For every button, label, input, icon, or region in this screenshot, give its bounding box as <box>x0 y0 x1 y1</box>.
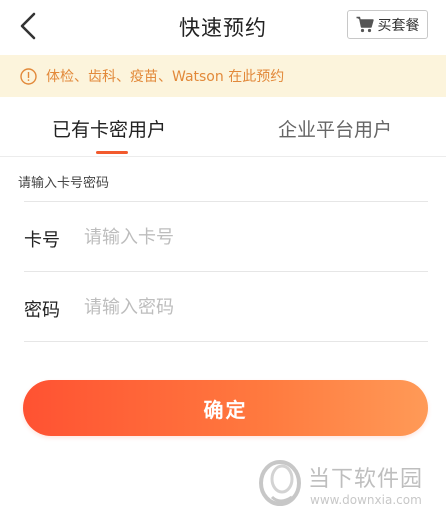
section-label: 请输入卡号密码 <box>18 176 110 191</box>
divider <box>24 201 428 202</box>
divider <box>24 271 428 272</box>
watermark-url: www.downxia.com <box>310 493 422 507</box>
downxia-logo-icon <box>259 460 301 506</box>
tab-enterprise-user[interactable]: 企业平台用户 <box>278 115 392 142</box>
notice-text: 体检、齿科、疫苗、Watson 在此预约 <box>46 69 285 85</box>
header-bar: 快速预约 买套餐 <box>0 0 446 54</box>
buy-package-label: 买套餐 <box>377 17 420 34</box>
tab-bar: 已有卡密用户 企业平台用户 <box>0 97 446 157</box>
divider <box>24 341 428 342</box>
confirm-button[interactable]: 确定 <box>23 380 428 436</box>
watermark: 当下软件园 www.downxia.com <box>258 455 438 515</box>
password-label: 密码 <box>24 300 60 321</box>
tab-card-user[interactable]: 已有卡密用户 <box>52 115 166 142</box>
watermark-brand: 当下软件园 <box>308 467 424 492</box>
password-input[interactable] <box>84 292 414 322</box>
quick-booking-page: 快速预约 买套餐 体检、齿科、疫苗、Watson 在此预约 已有卡密用户 企业平… <box>0 0 446 528</box>
card-number-input[interactable] <box>84 222 414 252</box>
card-number-label: 卡号 <box>24 230 60 251</box>
info-icon <box>20 67 37 85</box>
active-tab-indicator <box>96 151 128 154</box>
notice-bar: 体检、齿科、疫苗、Watson 在此预约 <box>0 55 446 97</box>
cart-icon <box>356 16 374 33</box>
buy-package-button[interactable]: 买套餐 <box>347 10 428 39</box>
